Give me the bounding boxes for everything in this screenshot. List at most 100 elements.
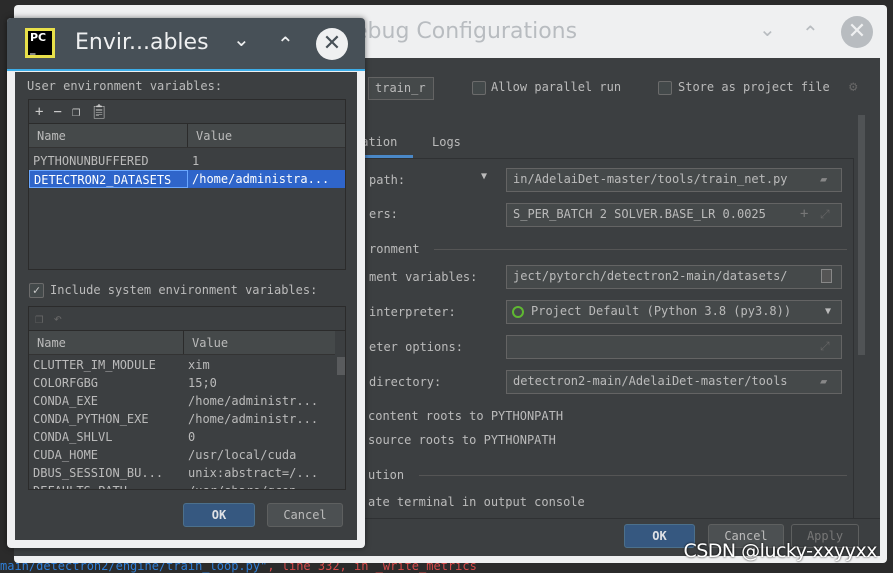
table-row[interactable]: CONDA_PYTHON_EXE/home/administr...	[29, 410, 345, 428]
table-header: Name Value	[29, 124, 345, 148]
watermark: CSDN @lucky-xxyyxx	[683, 540, 877, 562]
var-name: CONDA_SHLVL	[33, 430, 113, 444]
copy-icon[interactable]: ❐	[72, 104, 80, 120]
cancel-button[interactable]: Cancel	[267, 503, 343, 527]
table-row[interactable]: CONDA_EXE/home/administr...	[29, 392, 345, 410]
section-divider	[419, 475, 847, 476]
script-path-input[interactable]: in/AdelaiDet-master/tools/train_net.py	[506, 168, 842, 192]
column-value[interactable]: Value	[188, 124, 345, 147]
var-name: DETECTRON2_DATASETS	[29, 170, 188, 188]
scrollbar[interactable]	[858, 115, 865, 355]
var-value: /home/administr...	[188, 394, 319, 408]
python-interpreter-icon	[512, 306, 524, 318]
section-divider	[434, 249, 847, 250]
gear-icon[interactable]: ⚙	[849, 79, 857, 95]
traceback-link[interactable]: main/detectron2/engine/train_loop.py"	[0, 562, 267, 573]
edit-env-vars-icon[interactable]	[821, 269, 832, 283]
dialog-body: User environment variables: + − ❐ 📋︎ Nam…	[15, 72, 357, 540]
close-button[interactable]: ✕	[841, 16, 873, 48]
interpreter-label: interpreter:	[369, 305, 456, 319]
table-row[interactable]: PYTHONUNBUFFERED 1	[29, 152, 345, 170]
add-icon[interactable]: +	[35, 104, 43, 120]
user-vars-toolbar: + − ❐ 📋︎	[29, 100, 345, 124]
store-project-file-checkbox[interactable]	[658, 81, 672, 95]
expand-icon[interactable]: ⤢	[820, 339, 830, 354]
undo-icon[interactable]: ↶	[53, 311, 61, 327]
scrollbar[interactable]	[337, 357, 345, 375]
user-vars-table: + − ❐ 📋︎ Name Value PYTHONUNBUFFERED 1 DE…	[28, 99, 346, 270]
dialog-title-bar: PC _ Envir...ables ⌄ ⌃ ✕	[7, 18, 365, 71]
dialog-title: Envir...ables	[75, 30, 209, 55]
var-value: /usr/local/cuda	[188, 448, 297, 462]
parameters-value: S_PER_BATCH 2 SOLVER.BASE_LR 0.0025	[513, 207, 766, 221]
working-dir-value: detectron2-main/AdelaiDet-master/tools	[513, 374, 788, 388]
ok-button[interactable]: OK	[183, 503, 255, 527]
minimize-button[interactable]: ⌄	[233, 27, 250, 51]
env-vars-input[interactable]: ject/pytorch/detectron2-main/datasets/	[506, 265, 842, 289]
table-row[interactable]: CONDA_SHLVL 0	[29, 428, 345, 446]
table-row[interactable]: CUDA_HOME/usr/local/cuda	[29, 446, 345, 464]
script-path-label: path:	[369, 173, 406, 187]
add-icon[interactable]: +	[800, 206, 808, 222]
script-type-dropdown-icon[interactable]: ▼	[481, 171, 487, 182]
add-content-roots-label[interactable]: content roots to PYTHONPATH	[368, 409, 563, 423]
var-name: CUDA_HOME	[33, 448, 99, 462]
table-row[interactable]: DBUS_SESSION_BU... unix:abstract=/...	[29, 464, 345, 482]
paste-icon[interactable]: 📋︎	[90, 104, 108, 120]
table-row[interactable]: DEFAULTS_PATH/usr/share/gcon...	[29, 482, 345, 489]
column-name[interactable]: Name	[29, 124, 188, 147]
system-vars-table: ❐ ↶ Name Value CLUTTER_IM_MODULE xim COLOR…	[28, 306, 346, 490]
var-value: xim	[188, 358, 210, 372]
maximize-button[interactable]: ⌃	[277, 32, 294, 56]
allow-parallel-checkbox[interactable]	[472, 81, 486, 95]
interpreter-select[interactable]: Project Default (Python 3.8 (py3.8))	[506, 300, 842, 324]
env-vars-label: ment variables:	[369, 270, 478, 284]
table-row-selected[interactable]: DETECTRON2_DATASETS/home/administra...	[29, 170, 345, 188]
var-value: /home/administr...	[188, 412, 319, 426]
pycharm-logo: PC _	[25, 28, 55, 58]
system-vars-toolbar: ❐ ↶	[29, 307, 345, 331]
emulate-terminal-label[interactable]: ate terminal in output console	[368, 495, 585, 509]
working-dir-input[interactable]: detectron2-main/AdelaiDet-master/tools	[506, 370, 842, 394]
var-value: /usr/share/gcon...	[184, 482, 318, 489]
interpreter-options-input[interactable]	[506, 335, 842, 359]
store-project-file-label: Store as project file	[678, 80, 830, 94]
var-name: COLORFGBG	[33, 376, 99, 390]
var-name: CLUTTER_IM_MODULE	[33, 358, 156, 372]
var-value: 1	[192, 154, 200, 168]
execution-section-title: ution	[368, 468, 405, 482]
table-row[interactable]: CLUTTER_IM_MODULE xim	[29, 356, 345, 374]
folder-icon[interactable]: ▰	[820, 172, 827, 186]
include-system-checkbox[interactable]: ✓	[29, 283, 44, 298]
copy-icon[interactable]: ❐	[35, 311, 43, 327]
var-name: DEFAULTS_PATH	[29, 482, 184, 489]
var-value: unix:abstract=/...	[188, 466, 319, 480]
working-dir-label: directory:	[369, 375, 442, 389]
interpreter-value: Project Default (Python 3.8 (py3.8))	[531, 304, 792, 318]
remove-icon[interactable]: −	[53, 104, 61, 120]
include-system-label: Include system environment variables:	[50, 283, 318, 297]
folder-icon[interactable]: ▰	[820, 374, 827, 388]
var-value: 0	[188, 430, 196, 444]
var-name: CONDA_PYTHON_EXE	[33, 412, 149, 426]
column-name[interactable]: Name	[29, 331, 184, 354]
environment-variables-dialog: PC _ Envir...ables ⌄ ⌃ ✕ User environment…	[7, 18, 365, 548]
parameters-input[interactable]: S_PER_BATCH 2 SOLVER.BASE_LR 0.0025	[506, 203, 842, 227]
chevron-down-icon[interactable]: ▼	[825, 306, 831, 317]
maximize-button[interactable]: ⌃	[802, 21, 819, 45]
add-source-roots-label[interactable]: source roots to PYTHONPATH	[368, 433, 556, 447]
var-name: PYTHONUNBUFFERED	[33, 154, 149, 168]
table-header: Name Value	[29, 331, 335, 355]
var-name: CONDA_EXE	[33, 394, 99, 408]
parameters-label: ers:	[369, 207, 398, 221]
close-button[interactable]: ✕	[316, 28, 348, 60]
expand-icon[interactable]: ⤢	[820, 207, 830, 222]
minimize-button[interactable]: ⌄	[759, 17, 776, 41]
table-row[interactable]: COLORFGBG 15;0	[29, 374, 345, 392]
column-value[interactable]: Value	[184, 331, 335, 354]
allow-parallel-label: Allow parallel run	[491, 80, 622, 94]
traceback-text: , line 332, in _write_metrics	[267, 562, 477, 573]
console-traceback-line: main/detectron2/engine/train_loop.py", l…	[0, 562, 893, 573]
config-name-input[interactable]: train_r	[368, 77, 434, 100]
tab-logs[interactable]: Logs	[432, 135, 461, 149]
